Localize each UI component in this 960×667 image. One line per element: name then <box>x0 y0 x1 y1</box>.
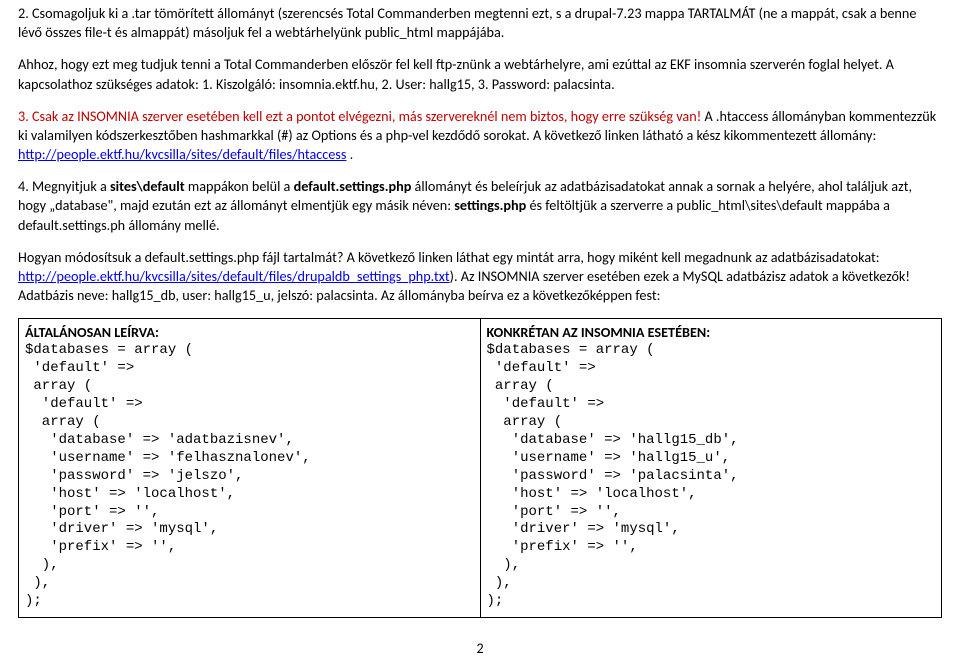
text: mappákon belül a <box>185 177 294 195</box>
page-number: 2 <box>18 640 942 659</box>
code-comparison-table: ÁLTALÁNOSAN LEÍRVA: $databases = array (… <box>18 318 942 618</box>
paragraph-step-2: 2. Csomagoljuk ki a .tar tömörített állo… <box>18 4 942 42</box>
drupaldb-settings-link[interactable]: http://people.ektf.hu/kvcsilla/sites/def… <box>18 267 450 285</box>
text: Ahhoz, hogy ezt meg tudjuk tenni a Total… <box>18 55 894 92</box>
paragraph-ftp-info: Ahhoz, hogy ezt meg tudjuk tenni a Total… <box>18 55 942 93</box>
text: 4. Megnyitjuk a <box>18 177 110 195</box>
code-col-generic: ÁLTALÁNOSAN LEÍRVA: $databases = array (… <box>19 319 481 618</box>
paragraph-step-3: 3. Csak az INSOMNIA szerver esetében kel… <box>18 107 942 165</box>
text: Hogyan módosítsuk a default.settings.php… <box>18 248 880 266</box>
paragraph-step-4: 4. Megnyitjuk a sites\default mappákon b… <box>18 177 942 235</box>
paragraph-howto-modify: Hogyan módosítsuk a default.settings.php… <box>18 248 942 306</box>
code-generic: $databases = array ( 'default' => array … <box>25 342 474 611</box>
text: . <box>350 145 354 163</box>
col-head-generic: ÁLTALÁNOSAN LEÍRVA: <box>25 323 474 342</box>
path-sites-default: sites\default <box>110 177 185 195</box>
htaccess-link[interactable]: http://people.ektf.hu/kvcsilla/sites/def… <box>18 145 346 163</box>
warning-text: 3. Csak az INSOMNIA szerver esetében kel… <box>18 107 701 125</box>
file-settings-php: settings.php <box>454 196 526 214</box>
text: 2. Csomagoljuk ki a .tar tömörített állo… <box>18 4 916 41</box>
code-insomnia: $databases = array ( 'default' => array … <box>487 342 936 611</box>
code-col-insomnia: KONKRÉTAN AZ INSOMNIA ESETÉBEN: $databas… <box>480 319 942 618</box>
file-default-settings: default.settings.php <box>294 177 412 195</box>
col-head-insomnia: KONKRÉTAN AZ INSOMNIA ESETÉBEN: <box>487 323 936 342</box>
